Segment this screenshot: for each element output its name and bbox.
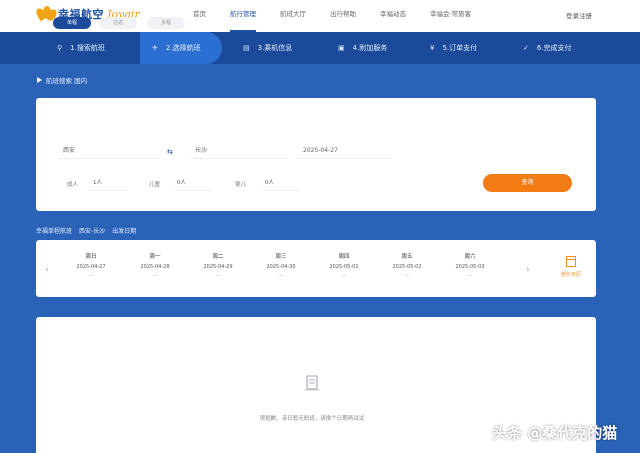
empty-message: 很抱歉，该日暂无航班，请换个日期再试试 (259, 416, 365, 422)
step-search[interactable]: ⚲ 1.搜索航班 (57, 32, 105, 64)
chevron-left-icon[interactable]: ‹ (45, 265, 49, 275)
empty-document-icon (304, 375, 320, 391)
step-complete[interactable]: ✓ 6.完成支付 (523, 32, 572, 64)
breadcrumb: 航班搜索 国内 (37, 75, 87, 85)
date-tab[interactable]: 周五 2025-05-02 -- (383, 252, 431, 279)
trip-type-multi[interactable]: 多程 (147, 17, 185, 29)
date-tab[interactable]: 周六 2025-05-03 -- (446, 252, 494, 279)
play-icon (37, 77, 42, 83)
departure-date-input[interactable]: 2025-04-27 (297, 143, 391, 159)
check-icon: ✓ (523, 44, 529, 52)
step-extra-services[interactable]: ▣ 4.附加服务 (338, 32, 387, 64)
low-price-calendar-button[interactable]: 低价日历 (558, 256, 584, 278)
calendar-icon (566, 256, 576, 267)
infant-label: 婴儿 (235, 182, 247, 188)
route-info-route: 西安-长沙 (79, 228, 106, 235)
route-info: 幸福单程航班 西安-长沙 出发日期 (36, 226, 143, 235)
departure-city-input[interactable]: 西安 (59, 143, 159, 159)
nav-link-member[interactable]: 幸福会·常旅客 (430, 0, 471, 32)
arrival-city-input[interactable]: 长沙 (191, 143, 287, 159)
date-selector (36, 240, 596, 297)
step-select-flight[interactable]: ✈ 2.选择航班 (152, 32, 201, 64)
date-tab[interactable]: 周四 2025-05-01 -- (320, 252, 368, 279)
child-label: 儿童 (149, 182, 161, 188)
swap-cities-icon[interactable]: ⇆ (167, 148, 173, 156)
date-tab[interactable]: 周二 2025-04-29 -- (194, 252, 242, 279)
nav-link-help[interactable]: 出行帮助 (330, 0, 356, 32)
trip-type-oneway[interactable]: 单程 (53, 17, 91, 29)
infant-count-select[interactable]: 0人 (262, 175, 300, 191)
nav-link-home[interactable]: 首页 (193, 0, 206, 32)
watermark: 头条 @桑代克的猫 (492, 424, 618, 442)
document-icon: ▤ (243, 44, 250, 52)
nav-links: 首页 航行管理 航班大厅 出行帮助 幸福动态 幸福会·常旅客 (193, 0, 495, 32)
nav-link-trip-manage[interactable]: 航行管理 (230, 0, 256, 32)
top-nav: 幸福航空 Joyair 首页 航行管理 航班大厅 出行帮助 幸福动态 幸福会·常… (0, 0, 640, 32)
cart-icon: ▣ (338, 44, 345, 52)
search-button[interactable]: 查询 (483, 174, 572, 192)
route-info-title: 幸福单程航班 (36, 228, 73, 235)
chevron-right-icon[interactable]: › (526, 265, 530, 275)
plane-icon: ✈ (152, 44, 158, 52)
nav-link-flight-hall[interactable]: 航班大厅 (280, 0, 306, 32)
step-payment[interactable]: ¥ 5.订单支付 (430, 32, 477, 64)
date-tab[interactable]: 周日 2025-04-27 -- (67, 252, 115, 279)
trip-type-roundtrip[interactable]: 往返 (99, 17, 137, 29)
adult-label: 成人 (67, 182, 79, 188)
yen-icon: ¥ (430, 44, 435, 52)
child-count-select[interactable]: 0人 (174, 175, 212, 191)
route-info-date-label: 出发日期 (112, 228, 137, 235)
login-link[interactable]: 登录注册 (566, 10, 592, 20)
search-icon: ⚲ (57, 44, 63, 52)
date-tab[interactable]: 周三 2025-04-30 -- (257, 252, 305, 279)
step-passenger-info[interactable]: ▤ 3.乘机信息 (243, 32, 292, 64)
date-tab[interactable]: 周一 2025-04-28 -- (131, 252, 179, 279)
adult-count-select[interactable]: 1人 (90, 175, 128, 191)
nav-link-news[interactable]: 幸福动态 (380, 0, 406, 32)
